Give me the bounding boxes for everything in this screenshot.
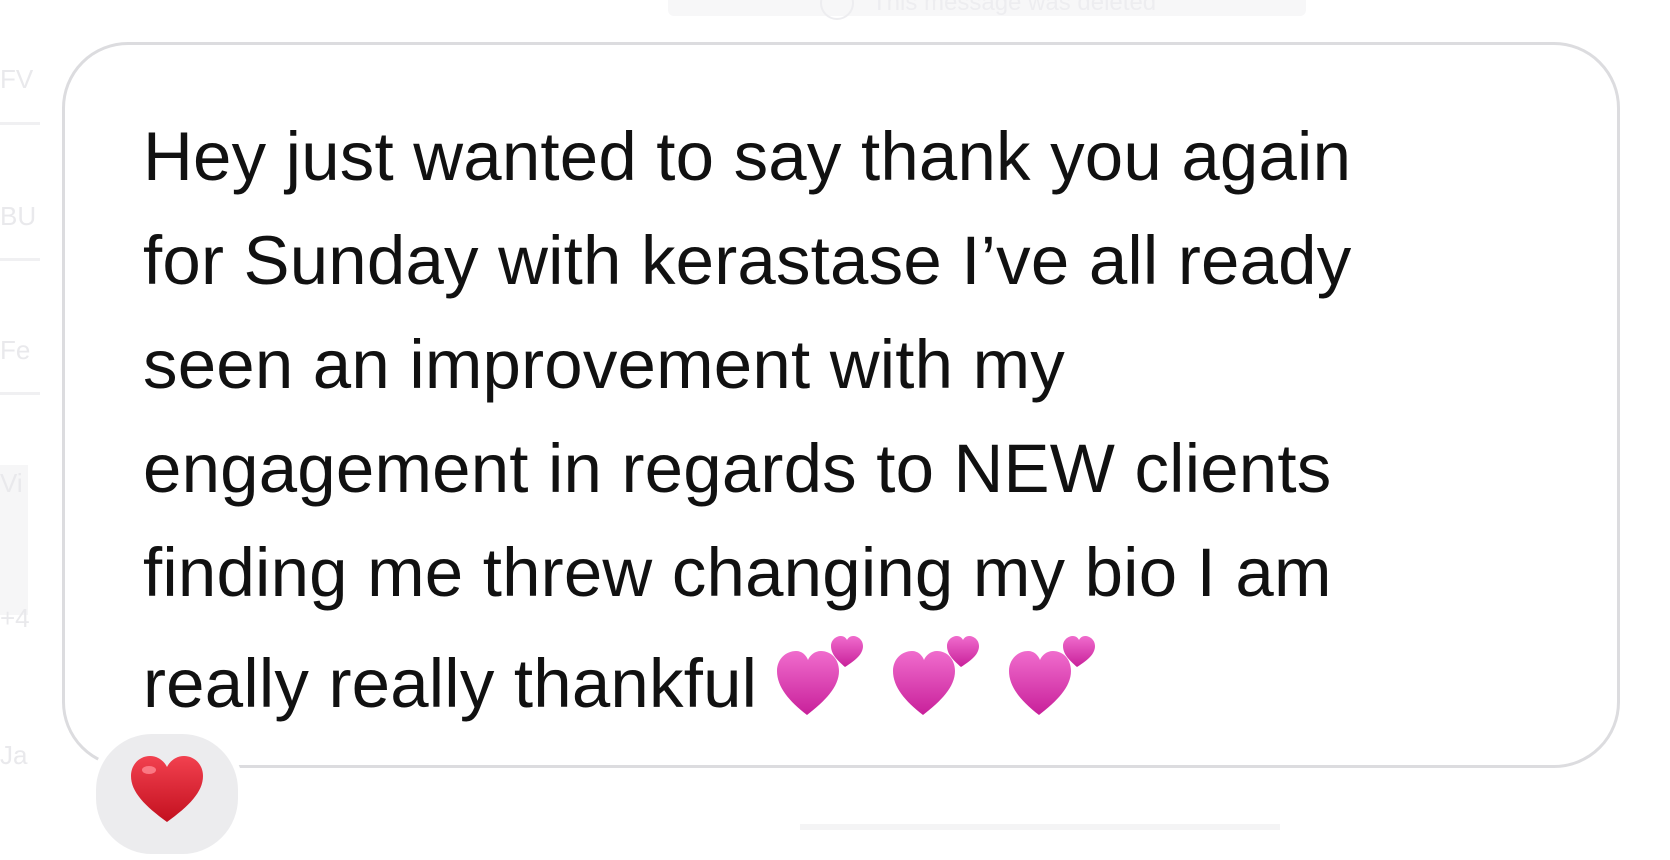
background-list-item: +4 — [0, 605, 30, 631]
background-list-divider — [0, 392, 40, 395]
two-hearts-icon — [1009, 636, 1096, 715]
background-list-item: FV — [0, 66, 34, 92]
deleted-message-notice: This message was deleted — [820, 0, 1156, 20]
emoji-group — [775, 625, 1107, 717]
two-hearts-icon — [893, 636, 980, 715]
background-conversation-list: FV BU Fe Vi +4 Ja — [0, 0, 40, 830]
two-hearts-icon — [777, 636, 864, 715]
background-bottom-bar — [800, 824, 1280, 830]
background-list-item: Ja — [0, 742, 28, 768]
background-list-item: Vi — [0, 470, 23, 496]
message-body: Hey just wanted to say thank you again f… — [143, 105, 1583, 736]
red-heart-icon — [131, 756, 203, 822]
background-list-divider — [0, 258, 40, 261]
reaction-chip[interactable] — [90, 728, 244, 860]
deleted-message-text: This message was deleted — [872, 0, 1157, 16]
clock-icon — [820, 0, 854, 20]
message-text: Hey just wanted to say thank you again f… — [143, 118, 1352, 722]
background-list-item: Fe — [0, 337, 31, 363]
background-list-item: BU — [0, 203, 37, 229]
background-list-divider — [0, 122, 40, 125]
